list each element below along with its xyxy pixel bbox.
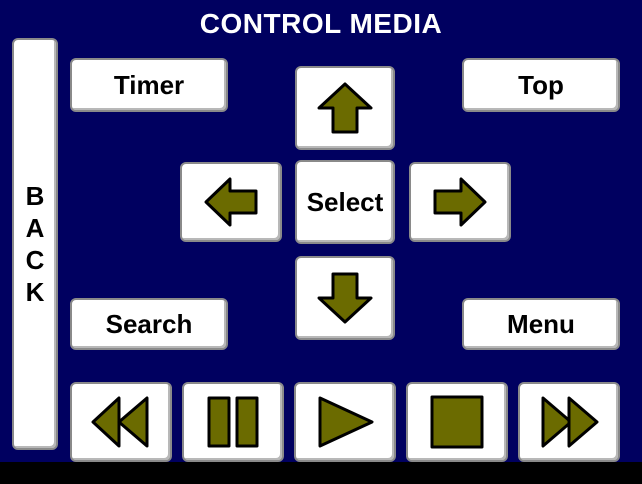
left-button[interactable] bbox=[180, 162, 282, 242]
timer-button-label: Timer bbox=[113, 69, 185, 100]
down-button[interactable] bbox=[295, 256, 395, 340]
pause-icon bbox=[207, 396, 259, 448]
fast-forward-icon bbox=[541, 396, 599, 448]
rewind-button[interactable] bbox=[70, 382, 172, 462]
select-button-label: Select bbox=[306, 186, 384, 217]
menu-button[interactable]: Menu bbox=[462, 298, 620, 350]
bottom-band bbox=[0, 462, 642, 484]
arrow-right-icon bbox=[433, 177, 487, 227]
rewind-icon bbox=[91, 396, 149, 448]
timer-button[interactable]: Timer bbox=[70, 58, 228, 112]
pause-button[interactable] bbox=[182, 382, 284, 462]
back-letter: C bbox=[25, 245, 45, 275]
back-letter: A bbox=[25, 213, 45, 243]
stop-icon bbox=[430, 395, 484, 449]
play-button[interactable] bbox=[294, 382, 396, 462]
back-button[interactable]: B A C K bbox=[12, 38, 58, 450]
stop-button[interactable] bbox=[406, 382, 508, 462]
arrow-down-icon bbox=[317, 272, 373, 324]
back-label: B A C K bbox=[26, 183, 45, 305]
up-button[interactable] bbox=[295, 66, 395, 150]
arrow-left-icon bbox=[204, 177, 258, 227]
top-button[interactable]: Top bbox=[462, 58, 620, 112]
fast-forward-button[interactable] bbox=[518, 382, 620, 462]
top-button-label: Top bbox=[518, 69, 564, 100]
select-button[interactable]: Select bbox=[295, 160, 395, 244]
search-button-label: Search bbox=[105, 308, 193, 339]
page-title: CONTROL MEDIA bbox=[199, 8, 443, 39]
play-icon bbox=[318, 396, 374, 448]
control-media-screen: CONTROL MEDIA B A C K Timer Top Select S… bbox=[0, 0, 642, 484]
menu-button-label: Menu bbox=[507, 308, 575, 339]
back-letter: B bbox=[25, 181, 45, 211]
arrow-up-icon bbox=[317, 82, 373, 134]
right-button[interactable] bbox=[409, 162, 511, 242]
search-button[interactable]: Search bbox=[70, 298, 228, 350]
back-letter: K bbox=[25, 277, 45, 307]
